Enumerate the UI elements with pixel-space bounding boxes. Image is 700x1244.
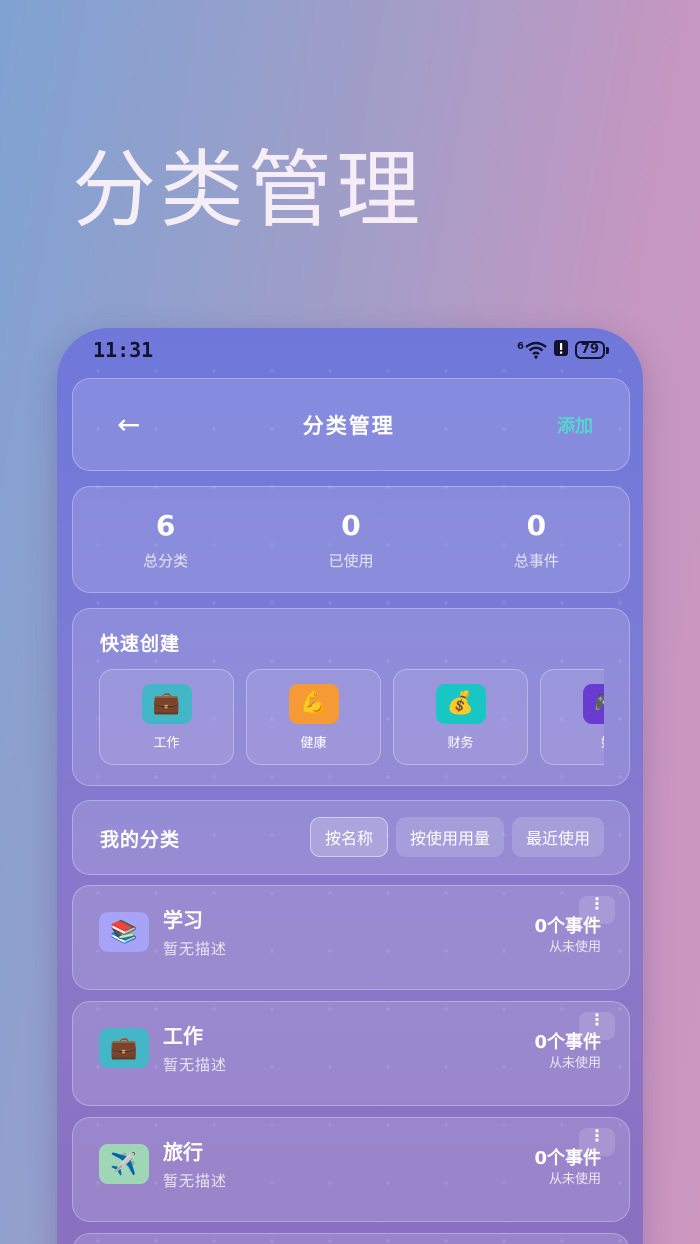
money-bag-icon: 💰 xyxy=(435,683,486,724)
quick-item-entertainment[interactable]: 🎮 娱 xyxy=(540,669,604,765)
alert-icon xyxy=(553,339,569,361)
battery-tip xyxy=(606,346,609,354)
sort-by-recent-button[interactable]: 最近使用 xyxy=(511,817,604,857)
briefcase-icon: 💼 xyxy=(99,1028,149,1068)
category-item-travel[interactable]: ✈️ 旅行 暂无描述 0个事件 从未使用 ⋮ xyxy=(72,1117,630,1222)
battery-level: 79 xyxy=(574,341,605,359)
stats-card: 6 总分类 0 已使用 0 总事件 xyxy=(72,486,630,593)
flexed-biceps-icon: 💪 xyxy=(288,683,339,724)
category-name: 旅行 xyxy=(163,1140,203,1164)
stat-value: 0 xyxy=(526,508,547,542)
status-icons: 6 79 xyxy=(517,339,609,361)
stat-label: 总事件 xyxy=(513,551,559,570)
hero-title: 分类管理 xyxy=(72,141,425,239)
stat-total-categories: 6 总分类 xyxy=(73,487,258,592)
my-categories-header: 我的分类 按名称 按使用用量 最近使用 xyxy=(72,800,630,875)
stat-label: 已使用 xyxy=(328,551,374,570)
quick-item-health[interactable]: 💪 健康 xyxy=(246,669,381,765)
quick-item-label: 健康 xyxy=(300,735,327,751)
page-title: 分类管理 xyxy=(302,413,395,438)
status-time: 11:31 xyxy=(93,338,154,362)
stat-total-events: 0 总事件 xyxy=(444,487,629,592)
quick-create-card: 快速创建 💼 工作 💪 健康 💰 财务 🎮 娱 xyxy=(72,608,630,786)
category-last-used: 从未使用 xyxy=(548,1056,601,1071)
sort-by-usage-button[interactable]: 按使用用量 xyxy=(395,817,504,857)
sort-by-name-button[interactable]: 按名称 xyxy=(309,817,388,857)
category-last-used: 从未使用 xyxy=(548,1172,601,1187)
category-last-used: 从未使用 xyxy=(548,940,601,955)
quick-item-finance[interactable]: 💰 财务 xyxy=(393,669,528,765)
add-button[interactable]: 添加 xyxy=(557,412,593,438)
quick-item-work[interactable]: 💼 工作 xyxy=(99,669,234,765)
quick-create-list[interactable]: 💼 工作 💪 健康 💰 财务 🎮 娱 xyxy=(99,669,604,767)
category-description: 暂无描述 xyxy=(163,940,228,958)
top-bar: ← 分类管理 添加 xyxy=(72,378,630,471)
category-item-work[interactable]: 💼 工作 暂无描述 0个事件 从未使用 ⋮ xyxy=(72,1001,630,1106)
airplane-icon: ✈️ xyxy=(99,1144,149,1184)
quick-create-title: 快速创建 xyxy=(100,633,181,655)
category-name: 学习 xyxy=(163,908,203,932)
status-bar: 11:31 6 79 xyxy=(57,328,643,372)
stat-value: 0 xyxy=(341,508,361,542)
quick-item-label: 工作 xyxy=(153,735,180,751)
category-item-study[interactable]: 📚 学习 暂无描述 0个事件 从未使用 ⋮ xyxy=(72,885,630,990)
battery-icon: 79 xyxy=(574,341,609,359)
quick-item-label: 娱 xyxy=(601,732,604,751)
stat-value: 6 xyxy=(155,508,176,542)
game-controller-icon: 🎮 xyxy=(582,683,604,724)
quick-item-label: 财务 xyxy=(447,735,474,751)
more-options-icon[interactable]: ⋮ xyxy=(579,1128,615,1156)
back-arrow-icon[interactable]: ← xyxy=(117,408,140,441)
signal-label: 6 xyxy=(516,341,524,352)
category-name: 工作 xyxy=(163,1024,203,1048)
more-options-icon[interactable]: ⋮ xyxy=(579,1012,615,1040)
stat-label: 总分类 xyxy=(143,551,189,570)
briefcase-icon: 💼 xyxy=(141,683,192,724)
sort-options: 按名称 按使用用量 最近使用 xyxy=(309,817,604,857)
more-options-icon[interactable]: ⋮ xyxy=(579,896,615,924)
books-icon: 📚 xyxy=(99,912,149,952)
my-categories-title: 我的分类 xyxy=(100,829,181,851)
category-description: 暂无描述 xyxy=(163,1172,228,1190)
category-description: 暂无描述 xyxy=(163,1056,228,1074)
wifi-icon: 6 xyxy=(517,341,547,359)
phone-screen: 11:31 6 79 ← 分类管理 添加 6 总分类 0 已使用 0 总事件 快… xyxy=(57,328,643,1244)
category-item-partial[interactable] xyxy=(72,1233,630,1244)
stat-used: 0 已使用 xyxy=(258,487,443,592)
